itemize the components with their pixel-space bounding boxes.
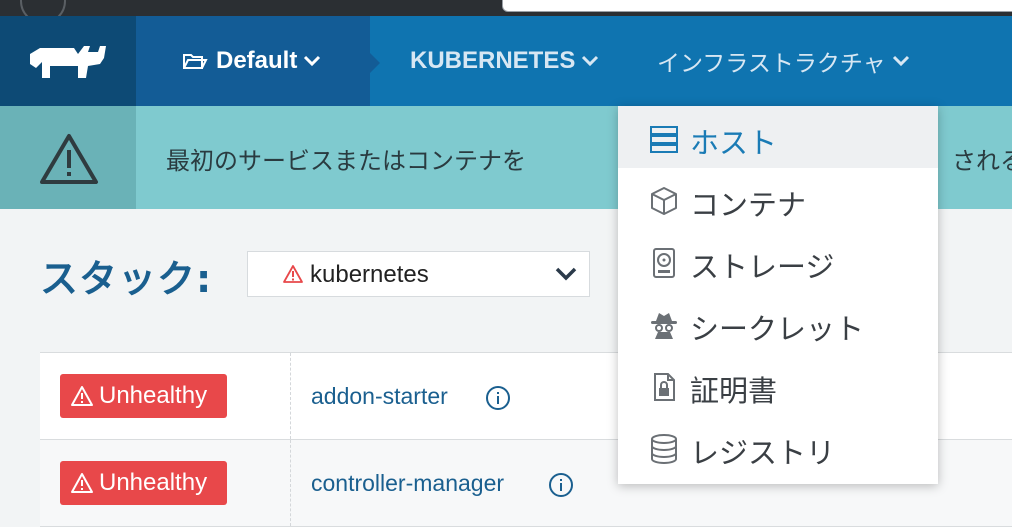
service-link[interactable]: controller-manager xyxy=(311,470,504,497)
banner-icon-box xyxy=(0,106,136,209)
nav-infrastructure[interactable]: インフラストラクチャ xyxy=(657,16,910,106)
stack-selected-value: kubernetes xyxy=(310,261,429,288)
storage-icon xyxy=(653,248,675,278)
menu-item-label: ストレージ xyxy=(690,250,835,284)
chevron-down-icon xyxy=(304,55,321,67)
spy-icon xyxy=(651,313,677,339)
stack-select[interactable]: kubernetes xyxy=(247,251,590,297)
browser-toolbar xyxy=(0,0,1012,24)
menu-item-label: シークレット xyxy=(690,312,865,346)
menu-item-label: 証明書 xyxy=(690,374,778,408)
nav-kubernetes-label: KUBERNETES xyxy=(410,47,576,74)
menu-item-containers[interactable]: コンテナ xyxy=(618,168,938,230)
chevron-down-icon xyxy=(582,55,599,67)
menu-item-label: コンテナ xyxy=(690,188,807,222)
rancher-logo-icon xyxy=(30,46,106,78)
info-icon[interactable] xyxy=(485,385,511,411)
infrastructure-dropdown: ホスト コンテナ ストレージ シークレット 証明書 レジストリ xyxy=(618,106,938,484)
database-icon xyxy=(651,434,677,464)
status-badge: Unhealthy xyxy=(60,374,227,418)
warning-icon xyxy=(71,386,93,406)
nav-infrastructure-label: インフラストラクチャ xyxy=(657,51,886,77)
status-badge: Unhealthy xyxy=(60,461,227,505)
logo[interactable] xyxy=(0,16,136,106)
nav-kubernetes[interactable]: KUBERNETES xyxy=(410,16,599,106)
column-divider xyxy=(290,353,291,439)
menu-item-storage[interactable]: ストレージ xyxy=(618,230,938,292)
warning-icon xyxy=(71,473,93,493)
status-label: Unhealthy xyxy=(99,469,208,496)
menu-item-hosts[interactable]: ホスト xyxy=(618,106,938,168)
menu-item-certificates[interactable]: 証明書 xyxy=(618,354,938,416)
chevron-down-icon xyxy=(555,267,577,281)
menu-item-secrets[interactable]: シークレット xyxy=(618,292,938,354)
banner-message-end: される xyxy=(952,147,1012,175)
column-divider xyxy=(290,440,291,526)
menu-item-label: ホスト xyxy=(690,126,778,160)
warning-icon xyxy=(283,265,303,283)
warning-icon xyxy=(40,134,98,184)
top-navigation: Default KUBERNETES インフラストラクチャ xyxy=(0,16,1012,106)
address-bar[interactable] xyxy=(502,0,1012,12)
service-link[interactable]: addon-starter xyxy=(311,383,448,410)
stack-label: スタック: xyxy=(40,257,213,301)
chevron-down-icon xyxy=(892,55,909,67)
menu-item-registries[interactable]: レジストリ xyxy=(618,416,938,478)
environment-label: Default xyxy=(216,47,298,74)
server-icon xyxy=(650,126,678,153)
menu-item-label: レジストリ xyxy=(690,436,836,470)
status-label: Unhealthy xyxy=(99,382,208,409)
banner-message: 最初のサービスまたはコンテナを xyxy=(166,147,526,175)
environment-menu[interactable]: Default xyxy=(182,16,321,106)
info-icon[interactable] xyxy=(548,472,574,498)
cube-icon xyxy=(651,187,677,215)
folder-icon xyxy=(183,54,208,69)
lock-certificate-icon xyxy=(654,373,675,401)
